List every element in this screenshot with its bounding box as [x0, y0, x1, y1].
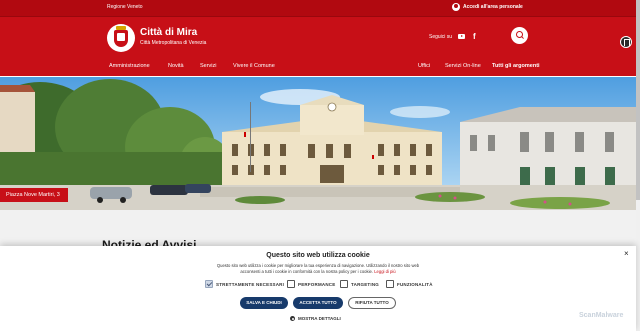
nav-item-servizi-online[interactable]: Servizi On-line	[445, 63, 481, 69]
cookie-description: Questo sito web utilizza i cookie per mi…	[208, 263, 428, 275]
gear-icon	[290, 316, 295, 321]
facebook-icon[interactable]: f	[473, 32, 476, 41]
nav-item-novita[interactable]: Novità	[168, 63, 184, 69]
read-more-link[interactable]: Leggi di più	[374, 269, 395, 274]
cookie-banner: × Questo sito web utilizza cookie Questo…	[0, 246, 636, 331]
site-subtitle: Città Metropolitana di Venezia	[140, 40, 207, 46]
cookie-title: Questo sito web utilizza cookie	[266, 252, 370, 259]
login-label: Accedi all'area personale	[463, 4, 523, 10]
show-details-link[interactable]: MOSTRA DETTAGLI	[290, 316, 341, 321]
save-and-close-button[interactable]: SALVA E CHIUDI	[240, 297, 288, 309]
site-title[interactable]: Città di Mira	[140, 27, 197, 38]
search-button[interactable]	[511, 27, 528, 44]
site-header: Città di Mira Città Metropolitana di Ven…	[0, 17, 636, 76]
checkbox-performance[interactable]	[287, 280, 295, 288]
login-link[interactable]: Accedi all'area personale	[452, 3, 523, 11]
nav-item-tutti-gli-argomenti[interactable]: Tutti gli argomenti	[492, 63, 540, 69]
region-link[interactable]: Regione Veneto	[107, 4, 143, 10]
youtube-icon[interactable]	[458, 34, 465, 39]
town-hall-photo	[0, 77, 636, 210]
nav-item-amministrazione[interactable]: Amministrazione	[109, 63, 150, 69]
accessibility-icon[interactable]	[620, 36, 632, 48]
user-icon	[452, 3, 460, 11]
checkbox-label-performance: PERFORMANCE	[298, 282, 336, 287]
crest-icon	[114, 29, 128, 47]
checkbox-strettamente-necessari[interactable]	[205, 280, 213, 288]
checkbox-funzionalita[interactable]	[386, 280, 394, 288]
scanmalware-watermark: ScanMalware	[579, 312, 624, 319]
city-crest-logo[interactable]	[107, 24, 135, 52]
reject-all-button[interactable]: RIFIUTA TUTTO	[348, 297, 396, 309]
content-section	[0, 210, 636, 250]
page-scrollbar[interactable]	[636, 0, 640, 331]
top-bar: Regione Veneto Accedi all'area personale	[0, 0, 636, 17]
checkbox-targeting[interactable]	[340, 280, 348, 288]
main-nav: Amministrazione Novità Servizi Vivere il…	[0, 63, 636, 75]
nav-item-servizi[interactable]: Servizi	[200, 63, 217, 69]
checkbox-label-funzionalita: FUNZIONALITÀ	[397, 282, 433, 287]
accept-all-button[interactable]: ACCETTA TUTTO	[293, 297, 343, 309]
hero-caption: Piazza Nove Martiri, 3	[0, 188, 68, 202]
crown-icon	[116, 26, 126, 30]
nav-item-uffici[interactable]: Uffici	[418, 63, 430, 69]
checkbox-label-targeting: TARGETING	[351, 282, 379, 287]
follow-label: Seguici su	[429, 34, 453, 40]
hero-image	[0, 77, 636, 210]
checkbox-label-strettamente-necessari: STRETTAMENTE NECESSARI	[216, 282, 285, 287]
show-details-label: MOSTRA DETTAGLI	[298, 316, 341, 321]
nav-item-vivere-il-comune[interactable]: Vivere il Comune	[233, 63, 275, 69]
scrollbar-thumb[interactable]	[636, 0, 640, 200]
